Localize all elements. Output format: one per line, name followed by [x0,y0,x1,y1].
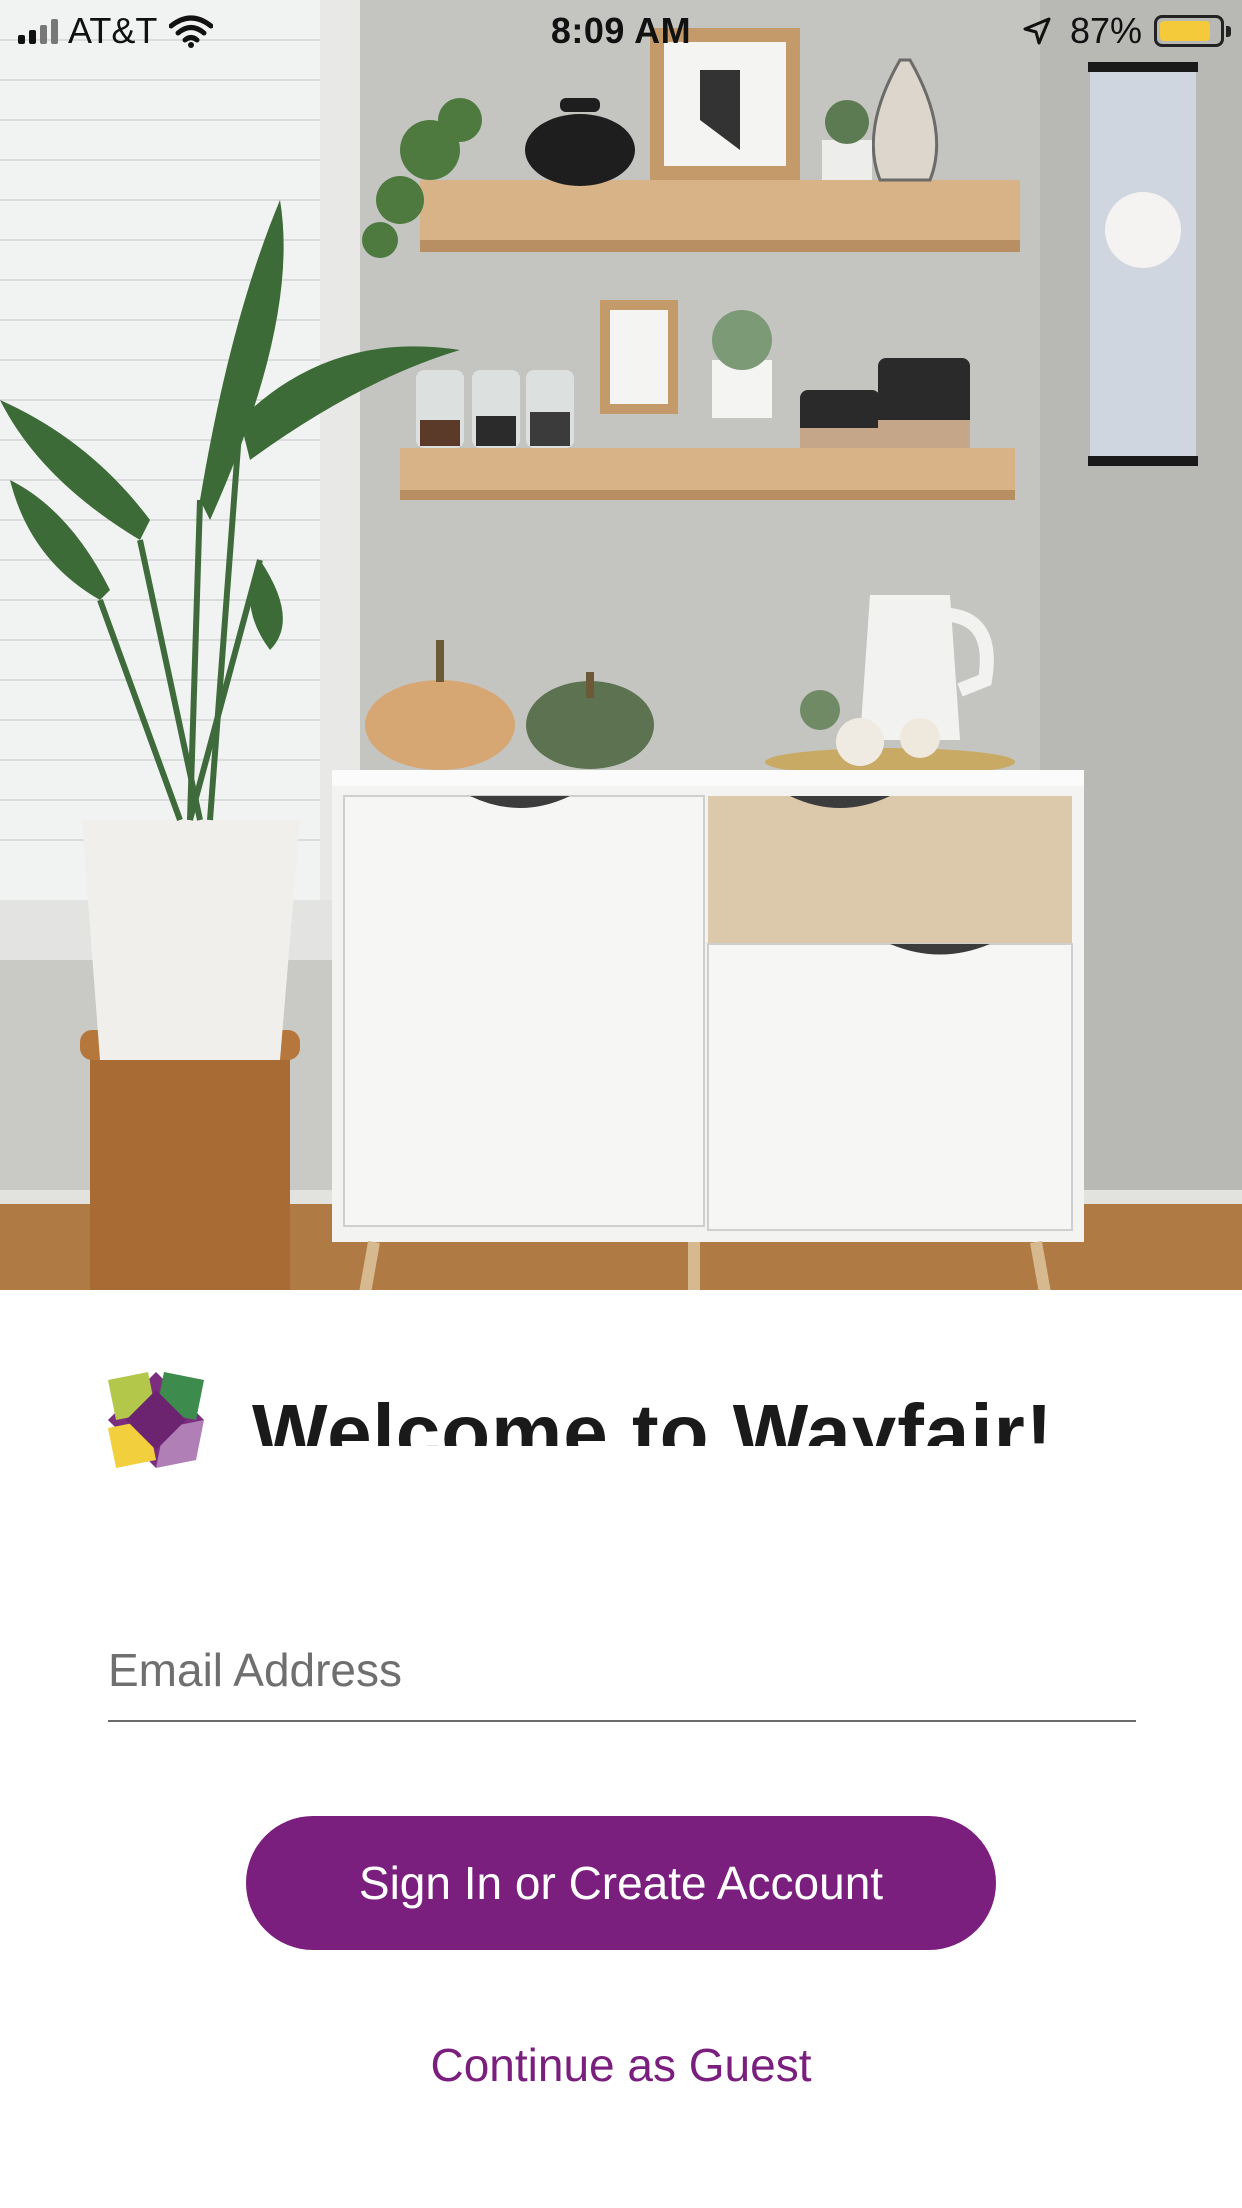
battery-level-fill [1160,21,1210,41]
battery-percentage: 87% [1069,10,1142,51]
wayfair-logo-icon [108,1372,204,1468]
location-arrow-icon [1023,17,1051,45]
welcome-heading: Welcome to Wayfair! [252,1388,1054,1446]
interior-photo-illustration [0,0,1242,1290]
welcome-panel: Welcome to Wayfair! Sign In or Create Ac… [0,1290,1242,2208]
battery-icon [1154,15,1231,47]
continue-as-guest-link[interactable]: Continue as Guest [0,2038,1242,2092]
hero-image [0,0,1242,1290]
battery-cap [1226,26,1231,37]
sign-in-or-create-account-button[interactable]: Sign In or Create Account [246,1816,996,1950]
email-input[interactable] [108,1630,1136,1710]
status-bar: AT&T 8:09 AM 87% [0,0,1242,62]
status-right: 87% [1022,10,1231,52]
brand-row [108,1372,204,1468]
welcome-heading-container: Welcome to Wayfair! [252,1378,1152,1446]
email-field[interactable] [108,1630,1136,1722]
